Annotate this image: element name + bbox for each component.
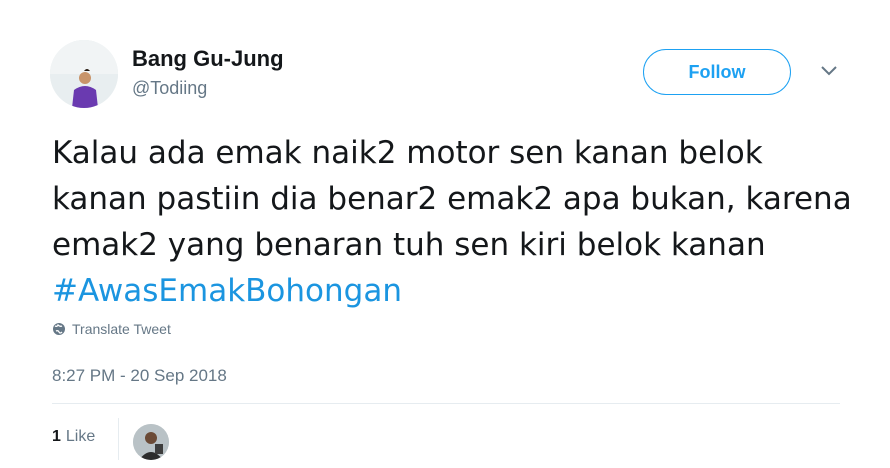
likes-stat[interactable]: 1 Like	[52, 428, 95, 446]
tweet-body: Kalau ada emak naik2 motor sen kanan bel…	[52, 135, 852, 263]
translate-tweet-link[interactable]: Translate Tweet	[52, 321, 171, 337]
display-name[interactable]: Bang Gu-Jung	[132, 46, 284, 72]
like-count: 1	[52, 428, 61, 445]
tweet-timestamp[interactable]: 8:27 PM - 20 Sep 2018	[52, 366, 227, 386]
chevron-down-icon[interactable]	[820, 64, 838, 78]
divider	[52, 403, 840, 404]
user-avatar[interactable]	[50, 40, 118, 108]
liker-avatar[interactable]	[133, 424, 169, 460]
stat-divider	[118, 418, 119, 460]
translate-label: Translate Tweet	[72, 321, 171, 337]
globe-icon	[52, 322, 66, 336]
tweet-text: Kalau ada emak naik2 motor sen kanan bel…	[52, 130, 862, 314]
user-handle[interactable]: @Todiing	[132, 78, 207, 99]
follow-button[interactable]: Follow	[643, 49, 791, 95]
hashtag-link[interactable]: #AwasEmakBohongan	[52, 273, 402, 309]
like-label: Like	[65, 428, 96, 445]
